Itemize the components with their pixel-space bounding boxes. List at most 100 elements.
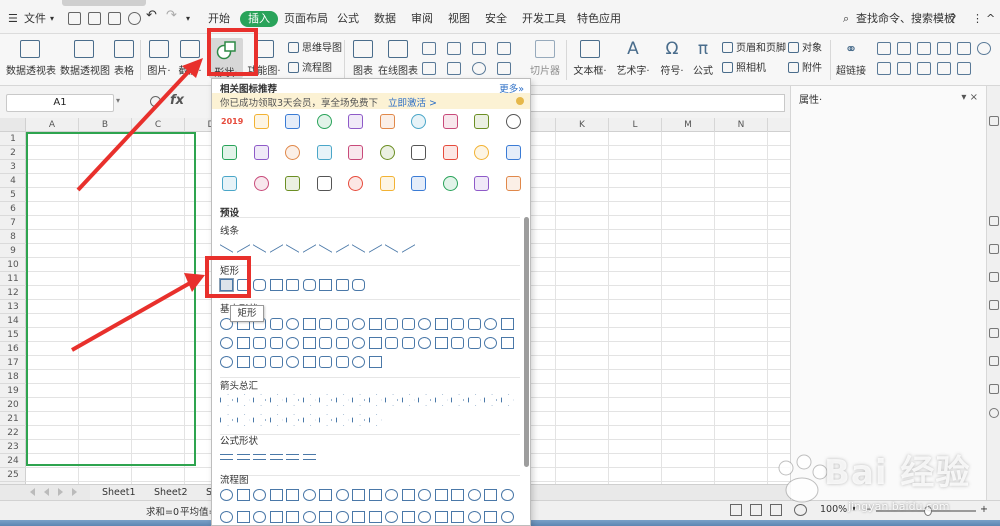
more-icon[interactable]: ⋮	[972, 10, 983, 28]
flowchart-shape[interactable]	[385, 511, 398, 523]
recommended-icon[interactable]	[316, 144, 334, 162]
mindmap-button[interactable]: 思维导图	[288, 41, 342, 57]
line-shape[interactable]	[236, 237, 250, 253]
normal-view-icon[interactable]	[730, 504, 742, 516]
basic-shape[interactable]	[302, 337, 316, 349]
rounded-rectangle-shape[interactable]	[286, 279, 299, 291]
flowchart-shape[interactable]	[500, 511, 514, 523]
sidebar-tool-icon[interactable]	[989, 272, 999, 282]
attachment-button[interactable]: 附件	[788, 61, 822, 77]
recommended-icon[interactable]	[316, 175, 334, 193]
star-icon[interactable]	[989, 244, 999, 254]
flowchart-shape[interactable]	[385, 489, 398, 501]
recommended-icon[interactable]: 2019	[221, 113, 243, 131]
image-icon[interactable]	[989, 328, 999, 338]
recommended-icon[interactable]	[253, 144, 271, 162]
column-header[interactable]: A	[26, 118, 79, 132]
recommended-icon[interactable]	[379, 113, 397, 131]
column-chart-icon[interactable]	[422, 42, 436, 55]
flowchart-shape[interactable]	[451, 511, 464, 523]
arrow-shape[interactable]	[500, 394, 514, 406]
flowchart-shape[interactable]	[467, 511, 481, 523]
form-control-icon[interactable]	[897, 62, 911, 75]
line-shape[interactable]	[269, 237, 283, 253]
row-header[interactable]: 16	[0, 342, 26, 356]
line-shape[interactable]	[352, 237, 365, 253]
row-header[interactable]: 10	[0, 258, 26, 272]
formula-shape[interactable]	[286, 454, 299, 460]
save-icon[interactable]	[68, 12, 81, 25]
flowchart-button[interactable]: 流程图	[288, 61, 332, 77]
flowchart-shape[interactable]	[418, 489, 431, 501]
radar-chart-icon[interactable]	[497, 42, 511, 55]
flowchart-shape[interactable]	[401, 511, 415, 523]
flowchart-shape[interactable]	[319, 511, 332, 523]
form-control-icon[interactable]	[917, 42, 931, 55]
sidebar-tool-icon[interactable]	[989, 384, 999, 394]
row-header[interactable]: 11	[0, 272, 26, 286]
recommended-icon[interactable]	[505, 175, 523, 193]
basic-shape[interactable]	[484, 318, 497, 330]
arrow-shape[interactable]	[368, 394, 382, 406]
column-header[interactable]: C	[132, 118, 185, 132]
row-header[interactable]: 15	[0, 328, 26, 342]
basic-shape[interactable]	[401, 337, 415, 349]
line-shape[interactable]	[286, 237, 299, 253]
tab-review[interactable]: 审阅	[411, 10, 433, 28]
form-control-icon[interactable]	[897, 42, 911, 55]
print-preview-icon[interactable]	[128, 12, 141, 25]
basic-shape[interactable]	[451, 318, 464, 330]
recommended-icon[interactable]	[473, 144, 491, 162]
basic-shape[interactable]	[236, 356, 250, 368]
column-header[interactable]: N	[715, 118, 768, 132]
recommended-icon[interactable]	[284, 175, 302, 193]
arrow-shape[interactable]	[385, 394, 398, 406]
header-footer-button[interactable]: 页眉和页脚	[722, 41, 786, 57]
arrow-shape[interactable]	[335, 414, 349, 426]
row-header[interactable]: 23	[0, 440, 26, 454]
basic-shape[interactable]	[418, 337, 431, 349]
recommended-icon[interactable]	[347, 175, 365, 193]
tab-developer[interactable]: 开发工具	[522, 10, 566, 28]
recommended-icon[interactable]	[410, 113, 428, 131]
textbox-button[interactable]: 文本框·	[570, 40, 610, 77]
row-header[interactable]: 8	[0, 230, 26, 244]
area-chart-icon[interactable]	[422, 62, 436, 75]
form-control-icon[interactable]	[877, 62, 891, 75]
basic-shape[interactable]	[484, 337, 497, 349]
recommended-icon[interactable]	[505, 144, 523, 162]
basic-shape[interactable]	[434, 337, 448, 349]
row-header[interactable]: 9	[0, 244, 26, 258]
row-header[interactable]: 1	[0, 132, 26, 146]
recommended-icon[interactable]	[253, 113, 271, 131]
promo-close-icon[interactable]	[516, 97, 524, 105]
chart-button[interactable]: 图表	[350, 40, 376, 77]
quick-access-dropdown-icon[interactable]: ▾	[186, 10, 190, 28]
recommended-icon[interactable]	[221, 144, 239, 162]
properties-close-button[interactable]: ▾ ×	[961, 92, 978, 103]
column-header[interactable]: B	[79, 118, 132, 132]
print-icon[interactable]	[108, 12, 121, 25]
other-chart-icon[interactable]	[497, 62, 511, 75]
recommended-icon[interactable]	[253, 175, 271, 193]
export-pdf-icon[interactable]	[88, 12, 101, 25]
form-control-icon[interactable]	[957, 62, 971, 75]
row-header[interactable]: 2	[0, 146, 26, 160]
rounded-rectangle-shape[interactable]	[302, 279, 316, 291]
screenshot-button[interactable]: 截屏·	[176, 40, 204, 77]
recommended-icon[interactable]	[442, 175, 460, 193]
help-icon[interactable]: ?	[950, 10, 956, 28]
arrow-shape[interactable]	[253, 394, 266, 406]
column-header[interactable]: K	[556, 118, 609, 132]
formula-button[interactable]: π 公式	[690, 40, 716, 77]
object-button[interactable]: 对象	[788, 41, 822, 57]
row-header[interactable]: 21	[0, 412, 26, 426]
arrow-shape[interactable]	[319, 394, 332, 406]
arrow-shape[interactable]	[220, 414, 233, 426]
row-header[interactable]: 24	[0, 454, 26, 468]
tab-view[interactable]: 视图	[448, 10, 470, 28]
line-chart-icon[interactable]	[472, 42, 486, 55]
collapse-icon[interactable]: ^	[986, 10, 995, 28]
basic-shape[interactable]	[500, 337, 514, 349]
basic-shape[interactable]	[401, 318, 415, 330]
